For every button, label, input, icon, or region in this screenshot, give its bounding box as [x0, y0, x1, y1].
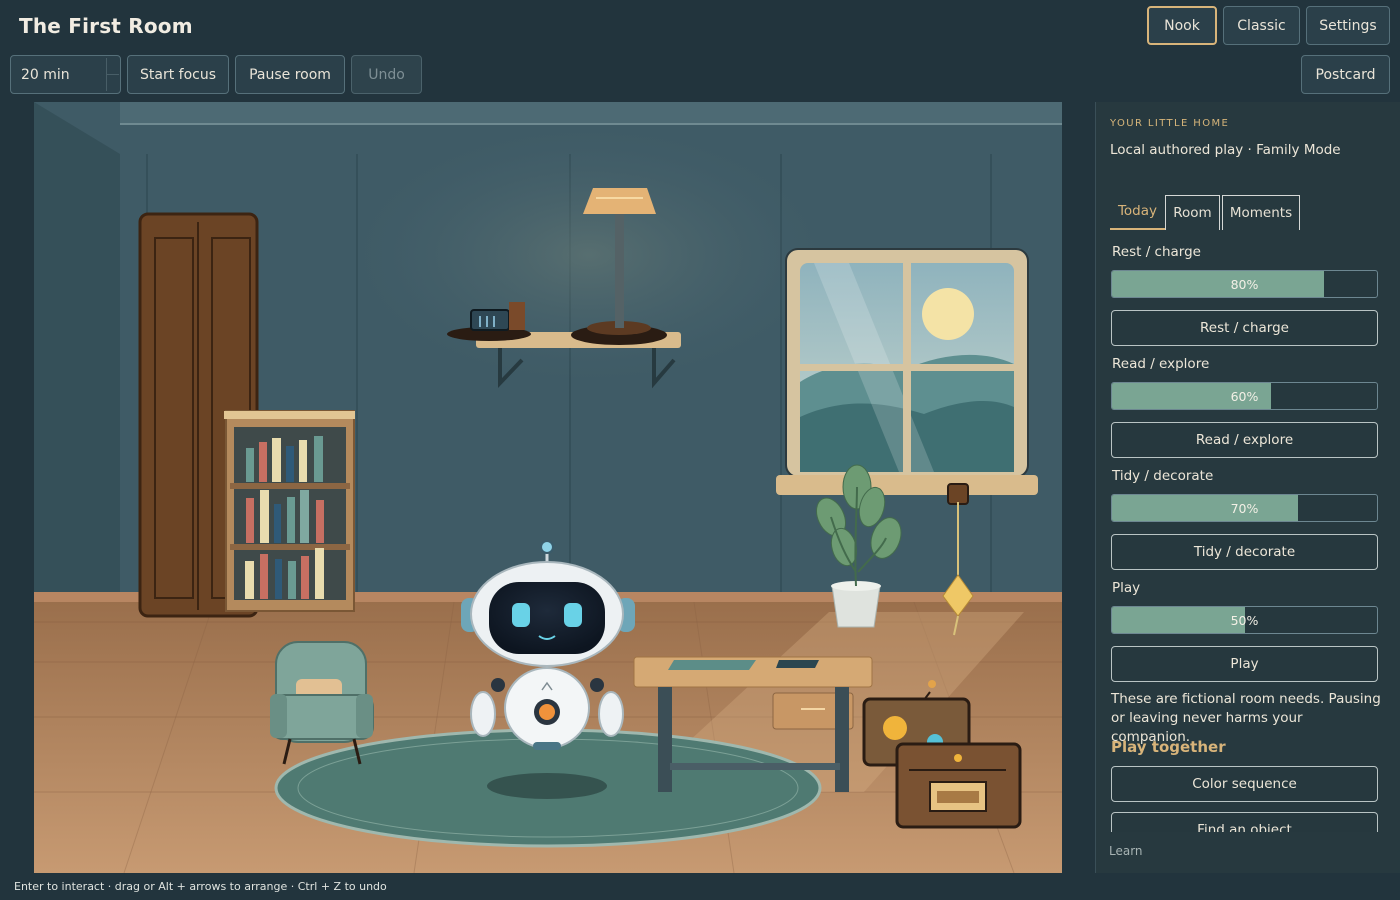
need-action-button[interactable]: Read / explore	[1111, 422, 1378, 458]
need-percent: 50%	[1230, 612, 1259, 628]
need-label: Read / explore	[1112, 356, 1210, 372]
learn-link[interactable]: Learn	[1109, 844, 1143, 858]
need-percent: 80%	[1230, 276, 1259, 292]
focus-duration-select[interactable]: 20 min	[10, 55, 121, 94]
mode-classic-button[interactable]: Classic	[1223, 6, 1300, 45]
side-panel: YOUR LITTLE HOME Local authored play · F…	[1095, 102, 1400, 873]
need-label: Tidy / decorate	[1112, 468, 1214, 484]
panel-subtitle: Local authored play · Family Mode	[1110, 142, 1341, 158]
need-percent: 70%	[1230, 500, 1259, 516]
tab-room[interactable]: Room	[1165, 195, 1220, 230]
settings-button[interactable]: Settings	[1306, 6, 1390, 45]
need-progress-bar: 70%	[1111, 494, 1378, 522]
game-find-object-button[interactable]: Find an object	[1111, 812, 1378, 832]
window[interactable]	[776, 248, 1038, 505]
duration-stepper-icon[interactable]	[106, 58, 119, 91]
mode-nook-button[interactable]: Nook	[1147, 6, 1217, 45]
need-label: Play	[1112, 580, 1141, 596]
need-action-button[interactable]: Rest / charge	[1111, 310, 1378, 346]
app-title: The First Room	[19, 14, 193, 38]
room-scene[interactable]	[34, 102, 1062, 873]
undo-button[interactable]: Undo	[351, 55, 422, 94]
needs-list[interactable]: Rest / charge 80% Rest / charge Read / e…	[1096, 240, 1400, 832]
pause-room-button[interactable]: Pause room	[235, 55, 345, 94]
need-progress-bar: 80%	[1111, 270, 1378, 298]
need-label: Rest / charge	[1112, 244, 1201, 260]
keyboard-hint: Enter to interact · drag or Alt + arrows…	[14, 880, 387, 893]
tab-moments[interactable]: Moments	[1222, 195, 1300, 230]
need-action-button[interactable]: Play	[1111, 646, 1378, 682]
play-together-heading: Play together	[1111, 738, 1226, 756]
need-action-button[interactable]: Tidy / decorate	[1111, 534, 1378, 570]
postcard-button[interactable]: Postcard	[1301, 55, 1390, 94]
need-progress-bar: 60%	[1111, 382, 1378, 410]
game-color-sequence-button[interactable]: Color sequence	[1111, 766, 1378, 802]
need-progress-bar: 50%	[1111, 606, 1378, 634]
need-percent: 60%	[1230, 388, 1259, 404]
bookshelf[interactable]	[224, 410, 355, 612]
start-focus-button[interactable]: Start focus	[127, 55, 229, 94]
tab-today[interactable]: Today	[1110, 194, 1165, 230]
panel-eyebrow: YOUR LITTLE HOME	[1110, 118, 1230, 129]
focus-duration-value: 20 min	[21, 66, 70, 83]
